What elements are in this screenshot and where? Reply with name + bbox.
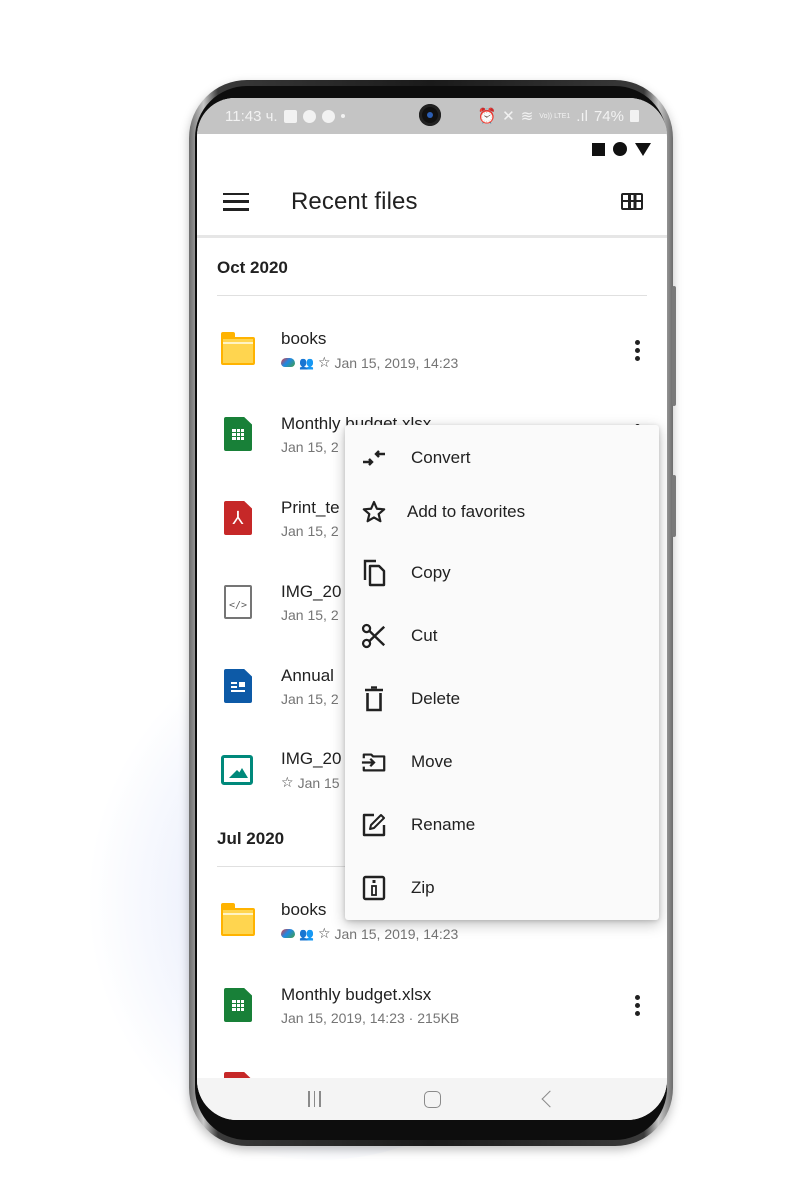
navigation-bar [197, 1078, 667, 1120]
file-row[interactable]: Monthly budget.xlsx Jan 15, 2019, 14:23 … [197, 963, 667, 1047]
battery-icon [630, 110, 639, 122]
menu-item-zip[interactable]: Zip [345, 856, 659, 919]
file-date: Jan 15, 2019, 14:23 · 215KB [281, 1009, 460, 1026]
file-date: Jan 15, 2019, 14:23 [334, 925, 459, 942]
file-date: Jan 15, 2 [281, 522, 339, 539]
file-meta: 👥 ☆ Jan 15, 2019, 14:23 [281, 925, 647, 942]
hamburger-menu-icon[interactable] [223, 192, 249, 211]
menu-item-label: Add to favorites [407, 502, 526, 521]
file-date: Jan 15 [297, 774, 340, 791]
section-header-oct-2020: Oct 2020 [217, 241, 647, 296]
menu-item-label: Move [411, 751, 453, 771]
status-right: ⏰ ✕ ≋ Vo)) LTE1 .ıl 74% [477, 107, 639, 125]
back-icon[interactable] [541, 1090, 559, 1108]
star-outline-icon [361, 499, 387, 525]
context-menu: Convert Add to favorites Copy Cut Delete [345, 425, 659, 920]
page-title: Recent files [291, 187, 418, 215]
star-outline-icon: ☆ [317, 354, 331, 370]
scissors-icon [361, 623, 387, 649]
folder-icon [221, 332, 255, 367]
menu-item-label: Cut [411, 625, 438, 645]
status-left: 11:43 ч. [225, 108, 345, 125]
menu-item-move[interactable]: Move [345, 730, 659, 793]
menu-item-convert[interactable]: Convert [345, 433, 659, 483]
battery-percent: 74% [593, 107, 624, 125]
trash-icon [361, 685, 387, 712]
system-controls [592, 142, 651, 156]
menu-item-copy[interactable]: Copy [345, 541, 659, 604]
file-date: Jan 15, 2 [281, 606, 339, 623]
document-icon [221, 669, 255, 703]
zip-icon [361, 875, 387, 901]
gallery-notification-icon [283, 109, 297, 123]
file-meta: 👥 ☆ Jan 15, 2019, 14:23 [281, 354, 627, 371]
menu-item-label: Zip [411, 877, 435, 897]
folder-icon [221, 903, 255, 938]
menu-item-rename[interactable]: Rename [345, 793, 659, 856]
mute-icon: ✕ [502, 108, 515, 125]
move-to-folder-icon [361, 749, 387, 775]
home-icon[interactable] [423, 1090, 441, 1108]
file-date: Jan 15, 2019, 14:23 [334, 354, 459, 371]
shared-people-icon: 👥 [299, 926, 314, 941]
menu-item-delete[interactable]: Delete [345, 667, 659, 730]
chrome-notification-icon [302, 109, 316, 123]
screen: 11:43 ч. ⏰ ✕ ≋ Vo)) LTE1 .ıl 74% Recent … [197, 98, 667, 1120]
wifi-icon: ≋ [520, 108, 534, 125]
spreadsheet-icon [221, 988, 255, 1022]
recents-icon[interactable] [308, 1091, 321, 1107]
more-options-icon[interactable] [627, 339, 647, 361]
star-outline-icon: ☆ [317, 925, 331, 941]
star-outline-icon: ☆ [281, 774, 294, 790]
file-name: Monthly budget.xlsx [281, 984, 432, 1004]
file-date: Jan 15, 2 [281, 690, 339, 707]
file-date: Jan 15, 2 [281, 438, 339, 455]
more-options-icon[interactable] [627, 994, 647, 1016]
spreadsheet-icon [221, 417, 255, 451]
alarm-icon: ⏰ [477, 108, 497, 125]
power-button [672, 475, 676, 537]
copy-icon [361, 559, 387, 586]
cloud-sync-icon [281, 929, 295, 938]
grid-view-icon[interactable] [621, 193, 643, 210]
file-meta: Jan 15, 2019, 14:23 · 215KB [281, 1010, 627, 1026]
edit-icon [361, 812, 387, 838]
menu-item-label: Delete [411, 688, 461, 708]
dropdown-triangle-icon[interactable] [635, 142, 651, 156]
file-name: books [281, 329, 327, 348]
more-notifications-dot-icon [340, 114, 345, 118]
record-icon[interactable] [613, 142, 627, 156]
menu-item-add-to-favorites[interactable]: Add to favorites [345, 483, 659, 541]
signal-icon: .ıl [576, 107, 588, 125]
app-bar: Recent files [197, 168, 667, 238]
shared-people-icon: 👥 [299, 355, 314, 370]
code-file-icon: </> [221, 585, 255, 619]
volte-indicator: Vo)) LTE1 [539, 112, 571, 120]
stop-icon[interactable] [592, 142, 605, 156]
menu-item-label: Convert [411, 448, 471, 467]
pdf-icon: ⅄ [221, 501, 255, 535]
convert-icon [361, 445, 387, 471]
menu-item-label: Copy [411, 562, 451, 582]
chrome-notification-icon [321, 109, 335, 123]
file-row[interactable]: books 👥 ☆ Jan 15, 2019, 14:23 [197, 308, 667, 392]
menu-item-cut[interactable]: Cut [345, 604, 659, 667]
status-time: 11:43 ч. [225, 107, 278, 125]
cloud-sync-icon [281, 358, 295, 367]
menu-item-label: Rename [411, 814, 476, 834]
volume-button [672, 286, 676, 406]
front-camera [419, 104, 441, 126]
image-file-icon [221, 753, 255, 787]
